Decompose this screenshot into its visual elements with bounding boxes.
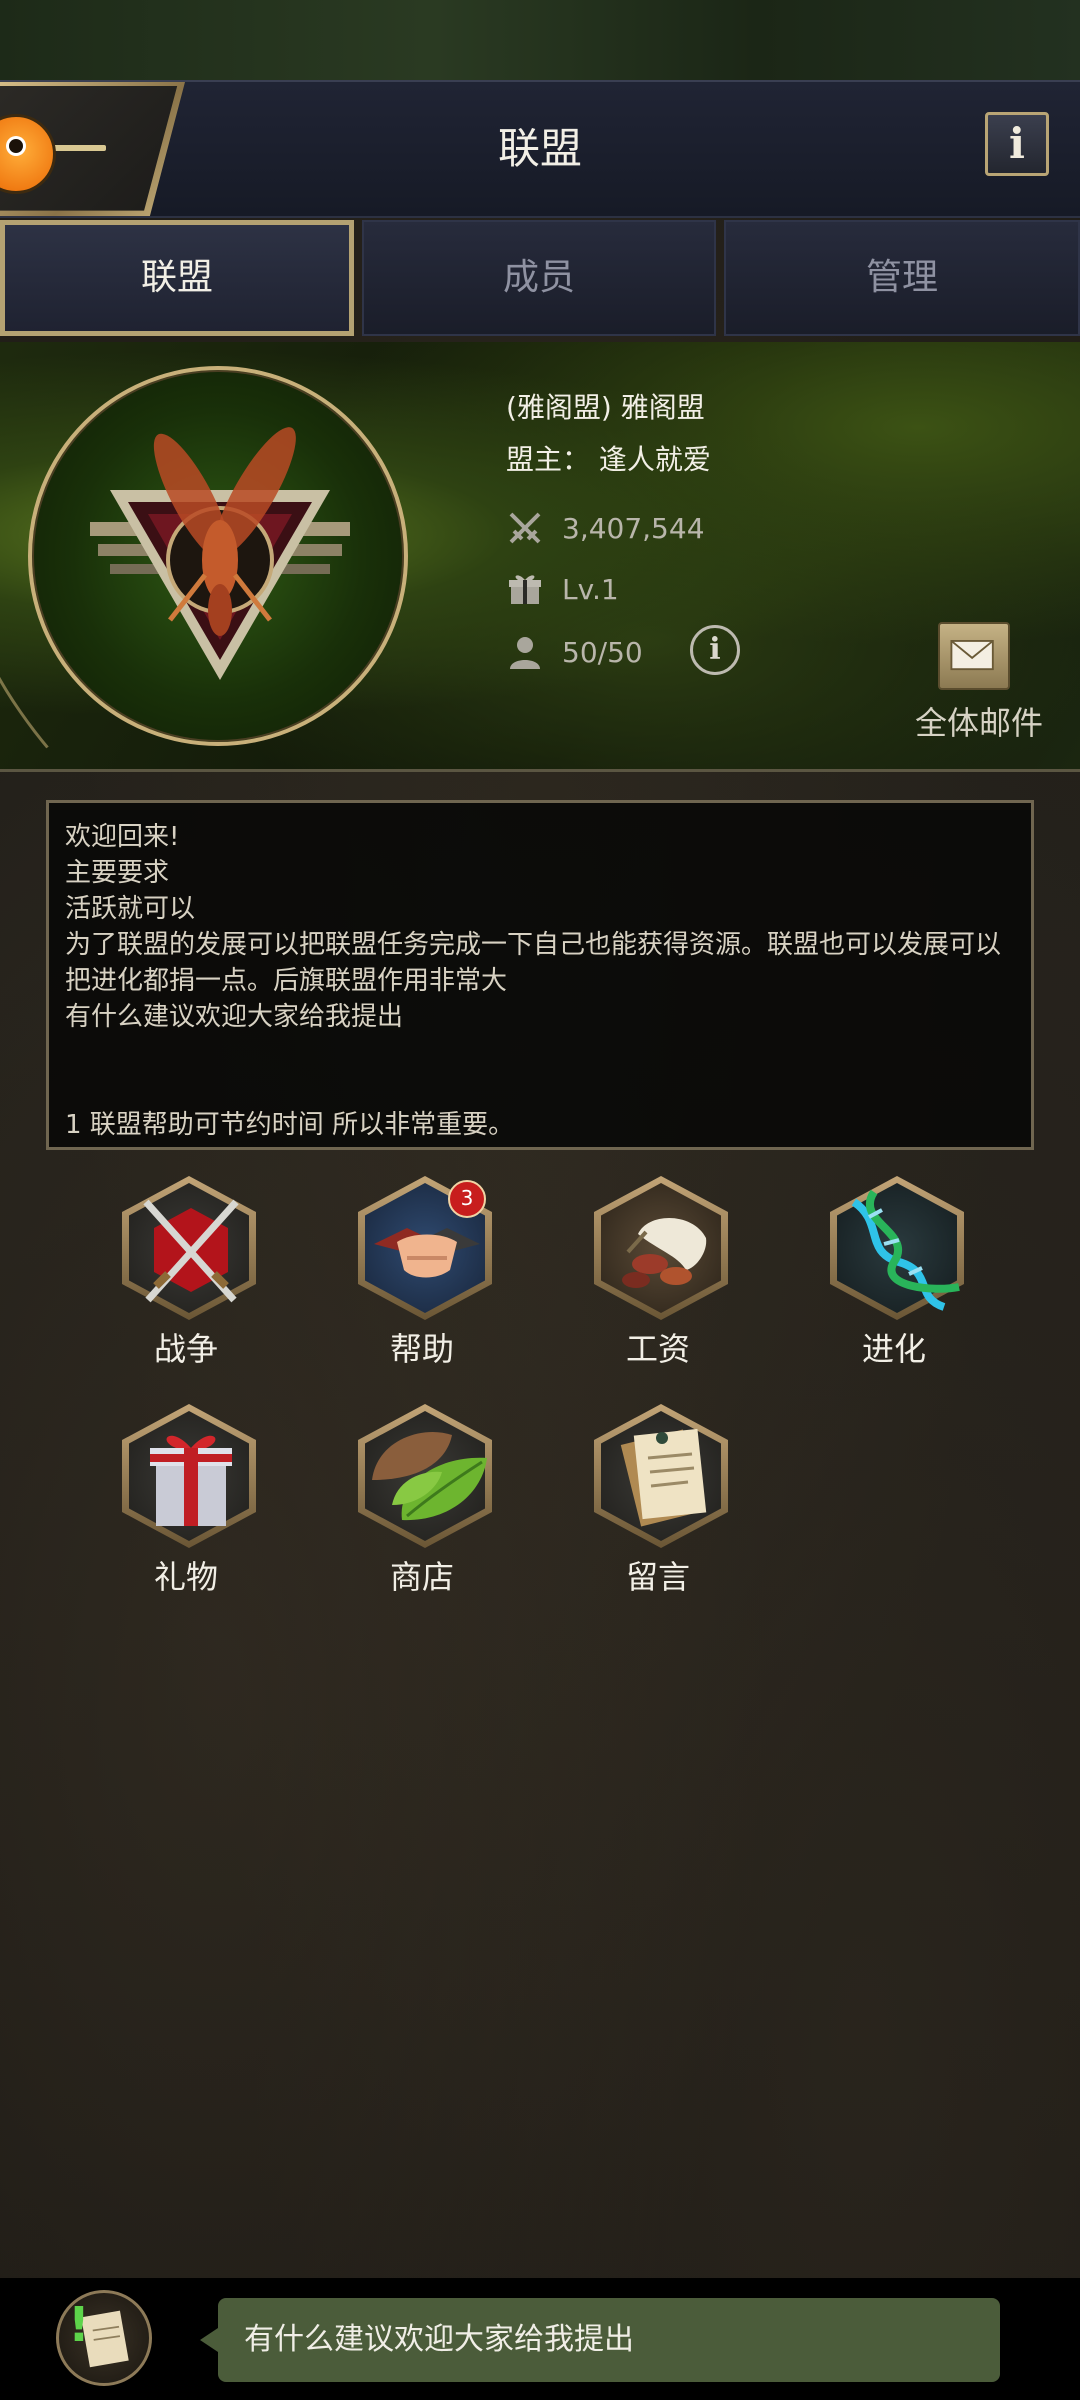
notice-text: 欢迎回来! 主要要求 活跃就可以 为了联盟的发展可以把联盟任务完成一下自己也能获…: [65, 822, 1002, 1140]
alert-icon: !: [68, 2298, 90, 2352]
header-bar: 联盟 i: [0, 80, 1080, 218]
dna-icon: [851, 1189, 960, 1311]
members-row: 50/50: [506, 632, 643, 672]
alliance-leader: 盟主： 逢人就爱: [506, 443, 711, 476]
feature-gift-button[interactable]: 礼物: [86, 1404, 286, 1604]
power-value: 3,407,544: [562, 511, 705, 545]
notes-icon: [620, 1428, 707, 1527]
page-title: 联盟: [497, 124, 582, 173]
info-button[interactable]: i: [985, 112, 1049, 176]
alliance-emblem-icon: [90, 427, 350, 680]
members-info-button[interactable]: i: [690, 625, 740, 675]
alliance-notice-box[interactable]: 欢迎回来! 主要要求 活跃就可以 为了联盟的发展可以把联盟任务完成一下自己也能获…: [46, 800, 1034, 1150]
feature-shop-button[interactable]: 商店: [322, 1404, 522, 1604]
level-value: Lv.1: [562, 572, 619, 606]
back-icon: [50, 145, 106, 151]
tab-alliance[interactable]: 联盟: [0, 220, 354, 336]
leaf-icon: [372, 1432, 487, 1521]
level-row: Lv.1: [506, 569, 619, 609]
gift-icon: [150, 1435, 232, 1526]
person-icon: [510, 637, 540, 669]
top-background-strip: [0, 0, 1080, 80]
feature-label: 帮助: [389, 1330, 454, 1368]
crossed-swords-icon: [143, 1199, 239, 1303]
feature-label: 留言: [625, 1558, 690, 1596]
feature-label: 进化: [861, 1330, 926, 1368]
envelope-icon: [950, 640, 994, 671]
members-value: 50/50: [562, 635, 643, 669]
feature-salary-button[interactable]: 工资: [558, 1176, 758, 1376]
feature-message-button[interactable]: 留言: [558, 1404, 758, 1604]
help-count-badge: 3: [448, 1180, 486, 1218]
tab-members[interactable]: 成员: [362, 220, 716, 336]
feature-label: 礼物: [153, 1558, 218, 1596]
tab-manage[interactable]: 管理: [724, 220, 1080, 336]
alliance-name: (雅阁盟) 雅阁盟: [506, 391, 705, 424]
mail-button[interactable]: [938, 622, 1010, 690]
chat-message-bubble[interactable]: 有什么建议欢迎大家给我提出: [218, 2298, 1000, 2382]
alliance-banner: (雅阁盟) 雅阁盟 盟主： 逢人就爱 3,407,544 Lv.1 50/50 …: [0, 342, 1080, 772]
mail-all-label[interactable]: 全体邮件: [894, 698, 1064, 744]
feature-evolution-button[interactable]: 进化: [794, 1176, 994, 1376]
feature-help-button[interactable]: 3 帮助: [322, 1176, 522, 1376]
feature-label: 战争: [153, 1330, 218, 1368]
gift-icon: [509, 575, 541, 604]
feature-label: 商店: [389, 1558, 454, 1596]
feature-war-button[interactable]: 战争: [86, 1176, 286, 1376]
back-button[interactable]: [0, 82, 185, 216]
crossed-swords-icon: [509, 512, 541, 544]
feature-label: 工资: [625, 1330, 690, 1368]
chat-bubble-tail: [200, 2328, 218, 2352]
food-icon: [622, 1217, 707, 1288]
power-row: 3,407,544: [506, 508, 705, 548]
